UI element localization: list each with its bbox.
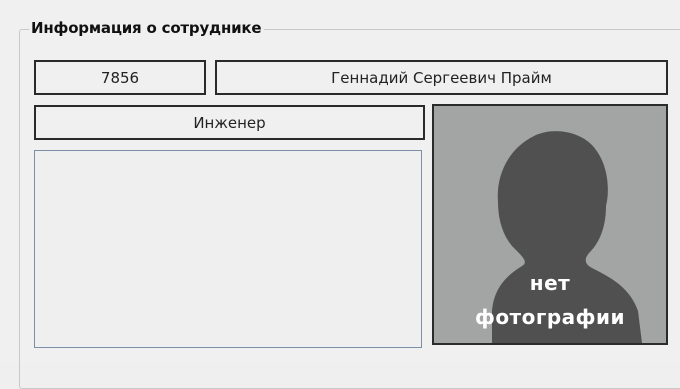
employee-id-field[interactable]: 7856 (34, 60, 206, 95)
no-photo-label-line1: нет (529, 271, 571, 295)
group-title: Информация о сотруднике (29, 19, 265, 37)
no-photo-label-line2: фотографии (474, 305, 626, 329)
employee-name-field[interactable]: Геннадий Сергеевич Прайм (215, 60, 668, 95)
employee-position-field[interactable]: Инженер (34, 105, 425, 140)
employee-notes-area[interactable] (34, 150, 422, 348)
employee-photo[interactable]: нет фотографии (432, 104, 668, 345)
employee-info-panel: Информация о сотруднике 7856 Геннадий Се… (0, 0, 680, 389)
